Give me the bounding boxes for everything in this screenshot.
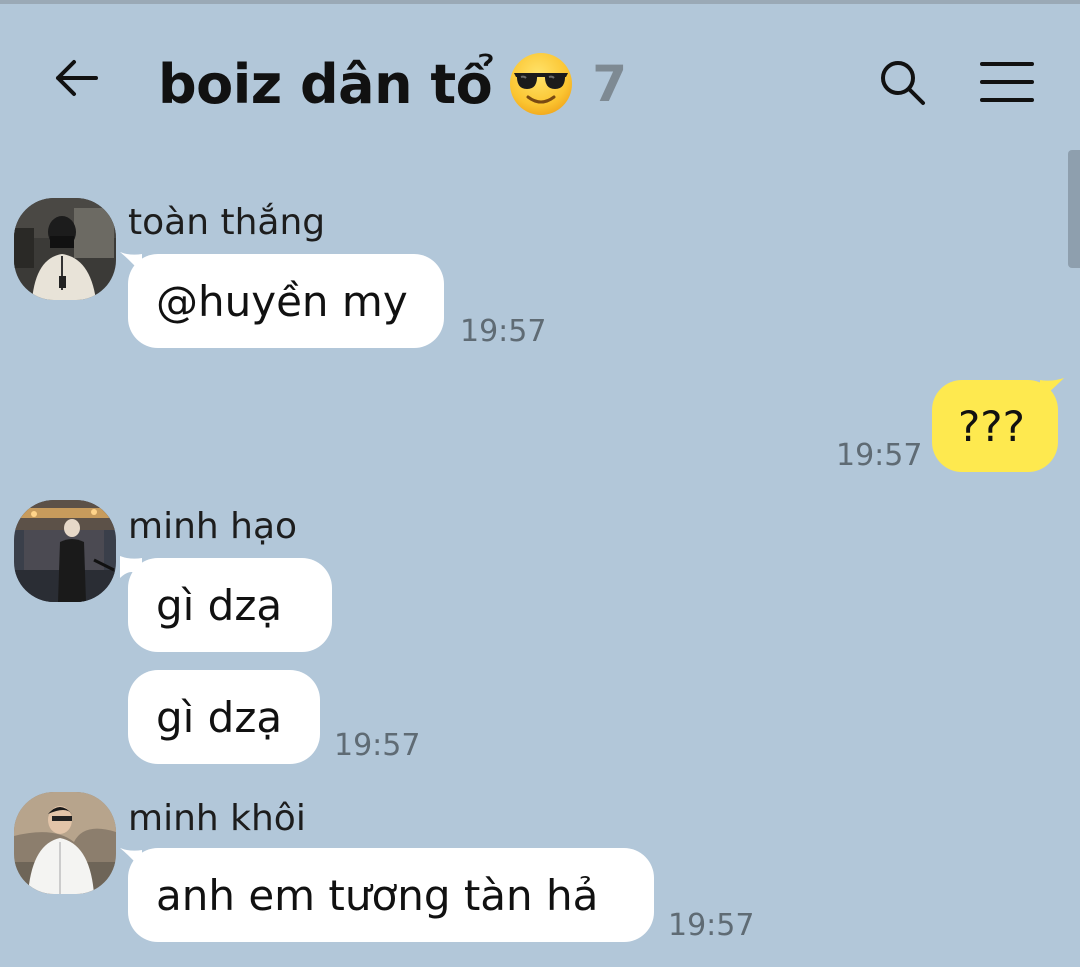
avatar-toan-thang[interactable] <box>14 198 116 300</box>
avatar-minh-hao[interactable] <box>14 500 116 602</box>
message-bubble[interactable]: @huyền my <box>128 254 444 348</box>
chat-title-group[interactable]: boiz dân tổ 7 <box>158 44 627 124</box>
back-button[interactable] <box>50 52 102 104</box>
avatar-photo <box>14 198 116 300</box>
sender-name: toàn thắng <box>128 202 326 243</box>
avatar-minh-khoi[interactable] <box>14 792 116 894</box>
message-text: gì dzạ <box>156 580 283 630</box>
sender-name: minh khôi <box>128 798 306 839</box>
avatar-photo <box>14 500 116 602</box>
hamburger-menu-icon <box>980 62 1034 102</box>
message-text: ??? <box>958 401 1025 451</box>
message-bubble[interactable]: gì dzạ <box>128 558 332 652</box>
message-time: 19:57 <box>836 438 923 473</box>
message-text: anh em tương tàn hả <box>156 870 599 920</box>
menu-button[interactable] <box>976 54 1038 110</box>
arrow-left-icon <box>56 60 98 96</box>
message-bubble[interactable]: anh em tương tàn hả <box>128 848 654 942</box>
message-text: gì dzạ <box>156 692 283 742</box>
search-button[interactable] <box>874 54 930 110</box>
scrollbar[interactable] <box>1068 150 1080 268</box>
avatar-photo <box>14 792 116 894</box>
message-time: 19:57 <box>460 314 547 349</box>
search-icon <box>881 61 925 105</box>
chat-title: boiz dân tổ <box>158 52 493 116</box>
message-text: @huyền my <box>156 276 408 326</box>
sender-name: minh hạo <box>128 506 298 547</box>
message-bubble[interactable]: gì dzạ <box>128 670 320 764</box>
message-time: 19:57 <box>668 908 755 943</box>
chat-header: boiz dân tổ 7 <box>0 4 1080 154</box>
sunglasses-emoji-icon <box>510 53 573 115</box>
member-count: 7 <box>592 55 627 113</box>
bubble-tail <box>1040 378 1064 400</box>
message-time: 19:57 <box>334 728 421 763</box>
